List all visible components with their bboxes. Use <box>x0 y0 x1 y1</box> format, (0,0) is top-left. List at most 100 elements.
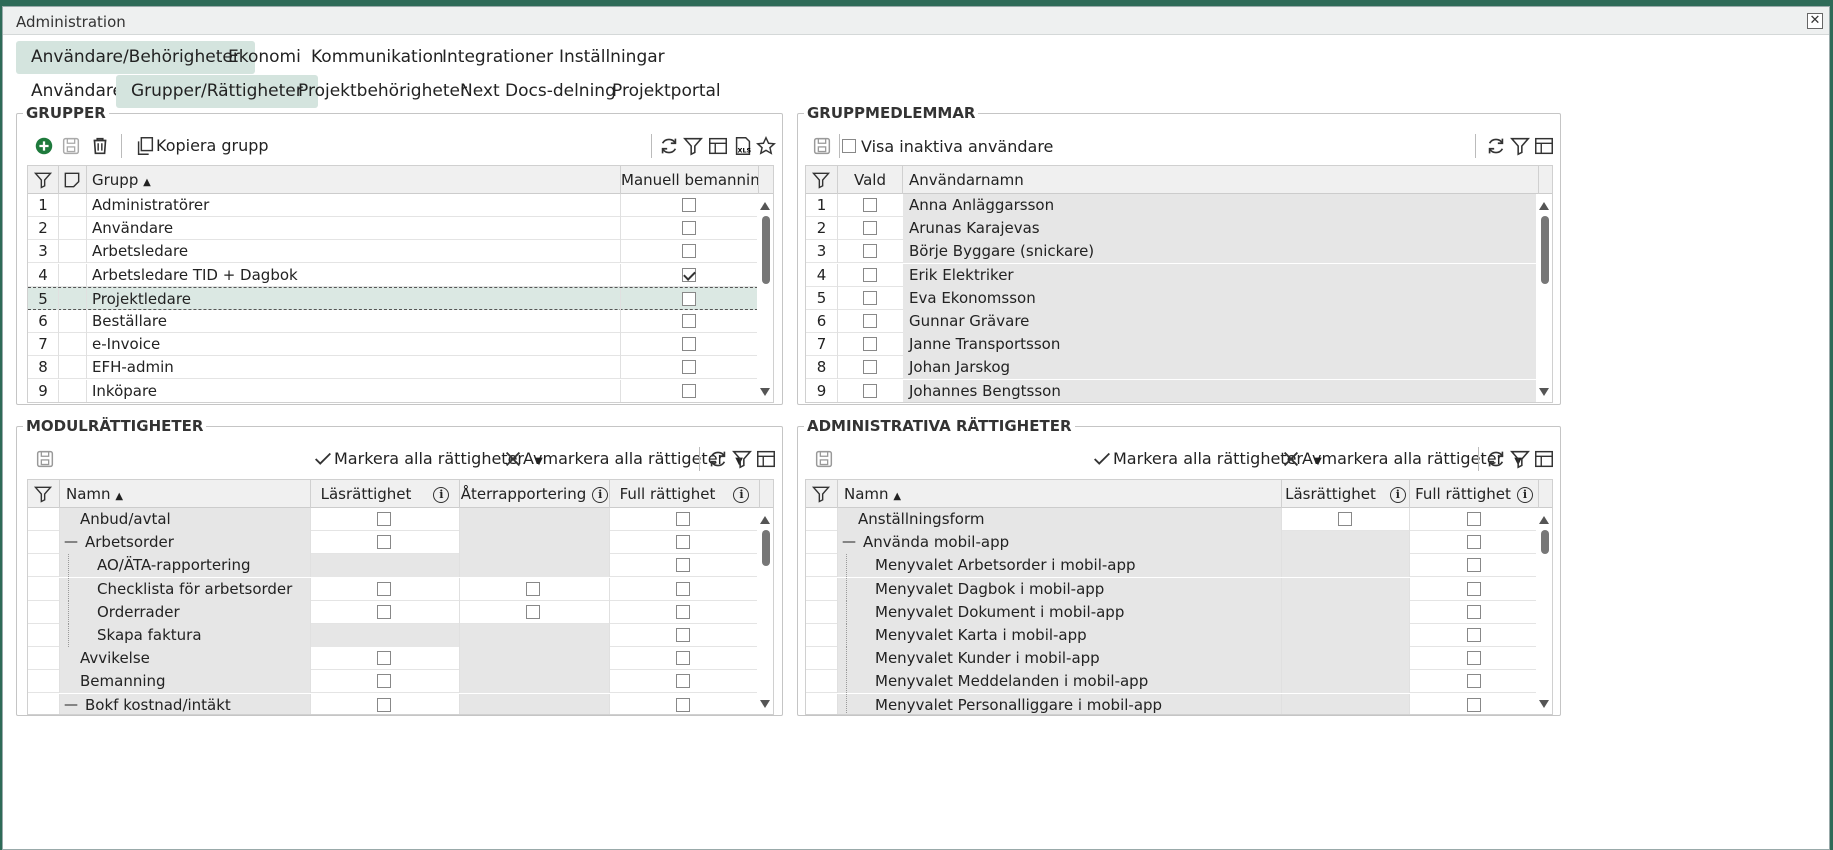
columns-icon[interactable] <box>754 447 778 471</box>
table-row[interactable]: 9 Inköpare <box>28 379 773 402</box>
table-row[interactable]: 8 EFH-admin <box>28 356 773 380</box>
table-row[interactable]: 1 Anna Anläggarsson <box>806 194 1552 217</box>
add-icon[interactable] <box>32 134 56 158</box>
read-checkbox[interactable] <box>1338 512 1352 526</box>
full-checkbox[interactable] <box>676 604 690 619</box>
table-row[interactable]: 2 Användare <box>28 217 773 241</box>
table-row[interactable]: Menyvalet Dagbok i mobil-app <box>806 577 1552 601</box>
selected-checkbox[interactable] <box>863 198 877 212</box>
table-row[interactable]: Bemanning <box>28 670 773 694</box>
manual-checkbox[interactable] <box>682 314 696 328</box>
refresh-icon[interactable] <box>1484 134 1508 158</box>
col-group-name[interactable]: Grupp ▲ <box>87 166 621 194</box>
table-row[interactable]: 9 Johannes Bengtsson <box>806 379 1552 402</box>
table-row[interactable]: 4 Erik Elektriker <box>806 263 1552 287</box>
full-checkbox[interactable] <box>676 628 690 642</box>
table-row[interactable]: AO/ÄTA-rapportering <box>28 554 773 578</box>
read-checkbox[interactable] <box>377 604 391 619</box>
table-row[interactable]: 8 Johan Jarskog <box>806 356 1552 380</box>
refresh-icon[interactable] <box>657 134 681 158</box>
full-checkbox[interactable] <box>1467 581 1481 596</box>
manual-checkbox[interactable] <box>682 383 696 398</box>
full-checkbox[interactable] <box>1467 651 1481 666</box>
full-checkbox[interactable] <box>676 697 690 712</box>
table-row[interactable]: Orderrader <box>28 600 773 624</box>
manual-checkbox[interactable] <box>682 337 696 352</box>
full-checkbox[interactable] <box>676 651 690 666</box>
table-row[interactable]: 5 Projektledare <box>28 286 773 311</box>
groups-scrollbar[interactable] <box>757 194 773 402</box>
show-inactive-checkbox[interactable] <box>842 139 856 153</box>
collapse-toggle[interactable]: — <box>64 531 78 554</box>
manual-checkbox[interactable] <box>682 267 696 282</box>
col-read[interactable]: Läsrättighet i <box>311 480 460 508</box>
filter-icon[interactable] <box>1508 134 1532 158</box>
save-icon[interactable] <box>810 134 834 158</box>
sub-tab-5[interactable]: Projektportal <box>597 75 736 108</box>
full-checkbox[interactable] <box>676 581 690 596</box>
table-row[interactable]: 1 Administratörer <box>28 194 773 217</box>
col-report[interactable]: Återrapportering i <box>460 480 610 508</box>
admin-rights-scrollbar[interactable] <box>1536 508 1552 714</box>
table-row[interactable]: Menyvalet Karta i mobil-app <box>806 624 1552 647</box>
col-username[interactable]: Användarnamn <box>903 166 1539 194</box>
full-checkbox[interactable] <box>1467 558 1481 573</box>
filter-icon[interactable] <box>730 447 754 471</box>
table-row[interactable]: — Använda mobil-app <box>806 531 1552 555</box>
selected-checkbox[interactable] <box>863 244 877 259</box>
selected-checkbox[interactable] <box>863 383 877 398</box>
filter-icon[interactable] <box>28 166 59 194</box>
col-name[interactable]: Namn ▲ <box>838 480 1282 508</box>
col-full[interactable]: Full rättighet i <box>1410 480 1539 508</box>
trash-icon[interactable] <box>88 134 112 158</box>
copy-icon[interactable] <box>133 134 157 158</box>
filter-icon[interactable] <box>806 166 838 194</box>
refresh-icon[interactable] <box>1484 447 1508 471</box>
refresh-icon[interactable] <box>706 447 730 471</box>
col-name[interactable]: Namn ▲ <box>60 480 311 508</box>
table-row[interactable]: 5 Eva Ekonomsson <box>806 286 1552 310</box>
save-icon[interactable] <box>59 134 83 158</box>
table-row[interactable]: — Arbetsorder <box>28 531 773 555</box>
table-row[interactable]: 3 Arbetsledare <box>28 240 773 264</box>
manual-checkbox[interactable] <box>682 198 696 212</box>
col-full[interactable]: Full rättighet i <box>610 480 760 508</box>
full-checkbox[interactable] <box>676 674 690 689</box>
full-checkbox[interactable] <box>1467 697 1481 712</box>
filter-icon[interactable] <box>806 480 838 508</box>
col-selected[interactable]: Vald <box>838 166 903 194</box>
manual-checkbox[interactable] <box>682 360 696 375</box>
full-checkbox[interactable] <box>676 558 690 573</box>
columns-icon[interactable] <box>1532 134 1556 158</box>
report-checkbox[interactable] <box>526 581 540 596</box>
selected-checkbox[interactable] <box>863 267 877 282</box>
col-manual[interactable]: Manuell bemanning <box>621 166 759 194</box>
full-checkbox[interactable] <box>1467 512 1481 526</box>
filter-icon[interactable] <box>1508 447 1532 471</box>
columns-icon[interactable] <box>706 134 730 158</box>
read-checkbox[interactable] <box>377 651 391 666</box>
main-tab-5[interactable]: Inställningar <box>544 41 680 74</box>
table-row[interactable]: Menyvalet Meddelanden i mobil-app <box>806 670 1552 694</box>
selected-checkbox[interactable] <box>863 337 877 352</box>
table-row[interactable]: 4 Arbetsledare TID + Dagbok <box>28 263 773 287</box>
close-button[interactable]: ✕ <box>1807 13 1823 29</box>
table-row[interactable]: Avvikelse <box>28 647 773 671</box>
filter-icon[interactable] <box>28 480 60 508</box>
read-checkbox[interactable] <box>377 512 391 526</box>
selected-checkbox[interactable] <box>863 360 877 375</box>
export-excel-icon[interactable]: XLS <box>731 134 755 158</box>
table-row[interactable]: Menyvalet Personalliggare i mobil-app <box>806 693 1552 714</box>
read-checkbox[interactable] <box>377 697 391 712</box>
table-row[interactable]: 6 Beställare <box>28 310 773 333</box>
save-icon[interactable] <box>812 447 836 471</box>
table-row[interactable]: Menyvalet Kunder i mobil-app <box>806 647 1552 671</box>
full-checkbox[interactable] <box>1467 535 1481 550</box>
module-rights-scrollbar[interactable] <box>757 508 773 714</box>
table-row[interactable]: 7 Janne Transportsson <box>806 333 1552 357</box>
table-row[interactable]: Menyvalet Arbetsorder i mobil-app <box>806 554 1552 578</box>
full-checkbox[interactable] <box>1467 628 1481 642</box>
table-row[interactable]: 6 Gunnar Grävare <box>806 310 1552 333</box>
collapse-toggle[interactable]: — <box>64 694 78 714</box>
selected-checkbox[interactable] <box>863 314 877 328</box>
